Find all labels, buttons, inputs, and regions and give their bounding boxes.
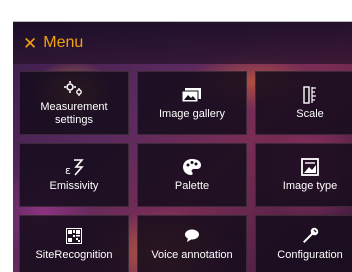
tile-label: SiteRecognition xyxy=(35,248,113,261)
measurement-settings-icon xyxy=(63,79,85,97)
image-type-icon xyxy=(299,157,321,176)
svg-text:ε: ε xyxy=(65,164,71,176)
siterecognition-button[interactable]: SiteRecognition xyxy=(19,215,129,272)
tile-label: Emissivity xyxy=(49,179,99,192)
emissivity-icon: ε xyxy=(63,158,85,176)
palette-icon xyxy=(181,158,203,176)
tile-label: Image gallery xyxy=(158,107,226,120)
tile-label: Image type xyxy=(282,179,338,192)
tile-label: Palette xyxy=(174,179,210,192)
tile-label: Voice annotation xyxy=(151,248,233,261)
scale-button[interactable]: Scale xyxy=(255,71,352,135)
tile-label: Measurement settings xyxy=(40,101,108,126)
tile-label: Scale xyxy=(296,107,324,120)
scale-icon xyxy=(299,85,321,104)
palette-button[interactable]: Palette xyxy=(137,143,247,207)
camera-screen: ✕ Menu Measurement settings Image galler… xyxy=(13,21,352,272)
qr-code-icon xyxy=(63,227,85,245)
speech-bubble-icon xyxy=(181,227,203,245)
image-gallery-button[interactable]: Image gallery xyxy=(137,71,247,135)
menu-header: ✕ Menu xyxy=(13,22,352,64)
voice-annotation-button[interactable]: Voice annotation xyxy=(137,215,247,272)
close-icon[interactable]: ✕ xyxy=(23,35,37,52)
tile-label: Configuration xyxy=(277,248,343,261)
emissivity-button[interactable]: ε Emissivity xyxy=(19,143,129,207)
image-type-button[interactable]: Image type xyxy=(255,143,352,207)
measurement-settings-button[interactable]: Measurement settings xyxy=(19,71,129,135)
wrench-icon xyxy=(299,227,321,245)
menu-title: Menu xyxy=(43,34,84,51)
configuration-button[interactable]: Configuration xyxy=(255,215,352,272)
image-gallery-icon xyxy=(181,86,203,104)
